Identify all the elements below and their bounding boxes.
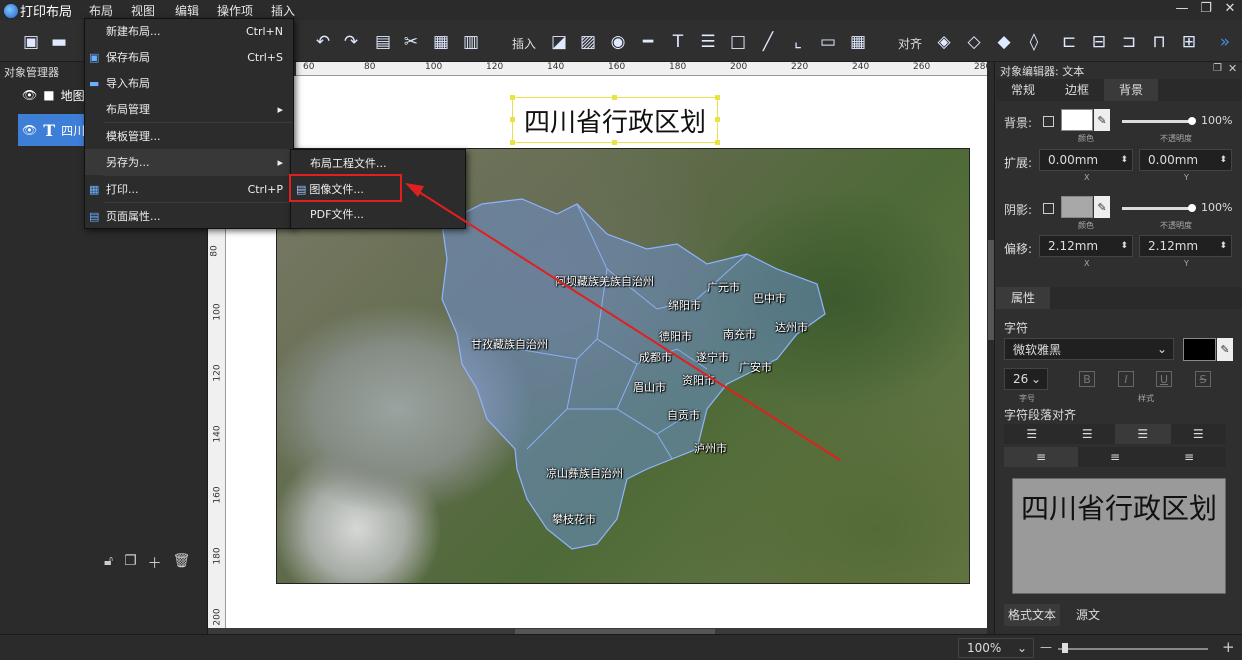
arrow-head	[405, 183, 424, 197]
annotation-arrow	[405, 183, 841, 461]
arrow-shaft	[415, 189, 841, 461]
